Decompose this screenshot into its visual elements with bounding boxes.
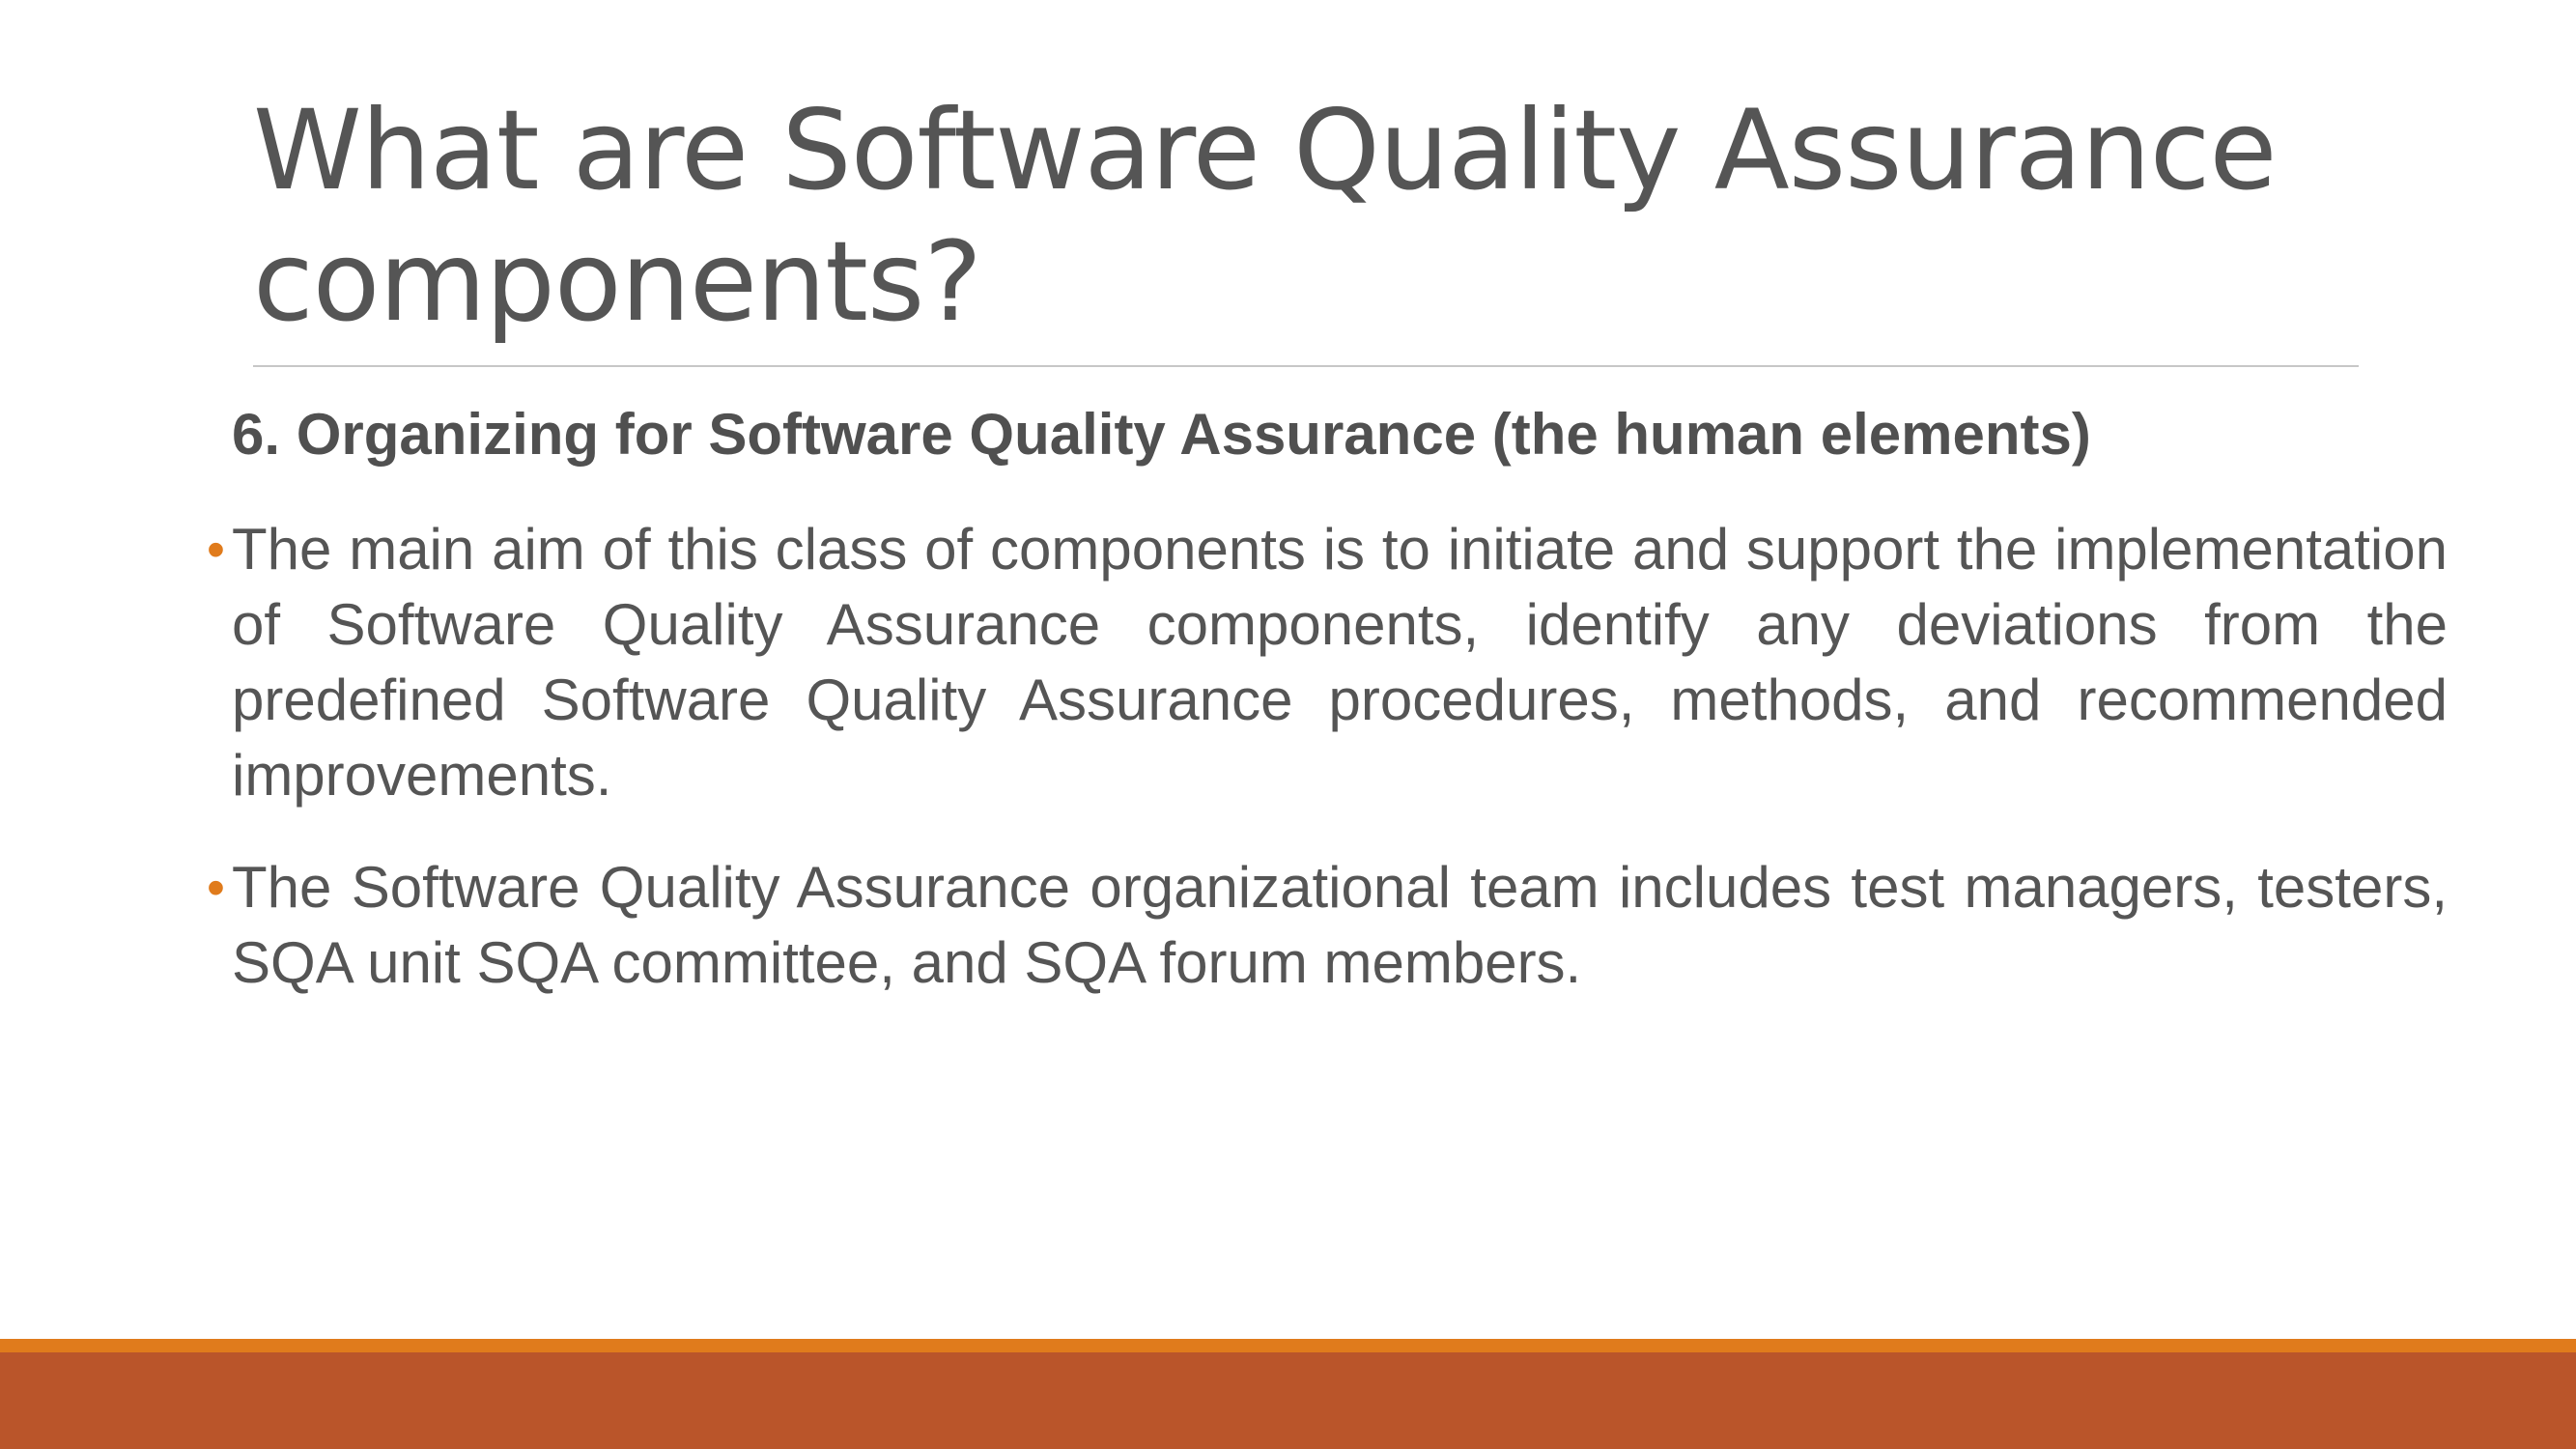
bullet-icon: • [207,859,225,917]
title-divider [253,365,2359,367]
slide-title: What are Software Quality Assurance comp… [253,86,2278,346]
bullet-icon: • [207,521,225,579]
bullet-text: The Software Quality Assurance organizat… [232,855,2448,995]
slide: What are Software Quality Assurance comp… [0,0,2576,1449]
bullet-list: • The main aim of this class of componen… [207,512,2448,1037]
bullet-item: • The main aim of this class of componen… [207,512,2448,813]
footer-band [0,1352,2576,1449]
bullet-text: The main aim of this class of components… [232,517,2448,808]
bullet-item: • The Software Quality Assurance organiz… [207,850,2448,1001]
section-subheading: 6. Organizing for Software Quality Assur… [232,402,2091,467]
footer-accent-stripe [0,1339,2576,1352]
